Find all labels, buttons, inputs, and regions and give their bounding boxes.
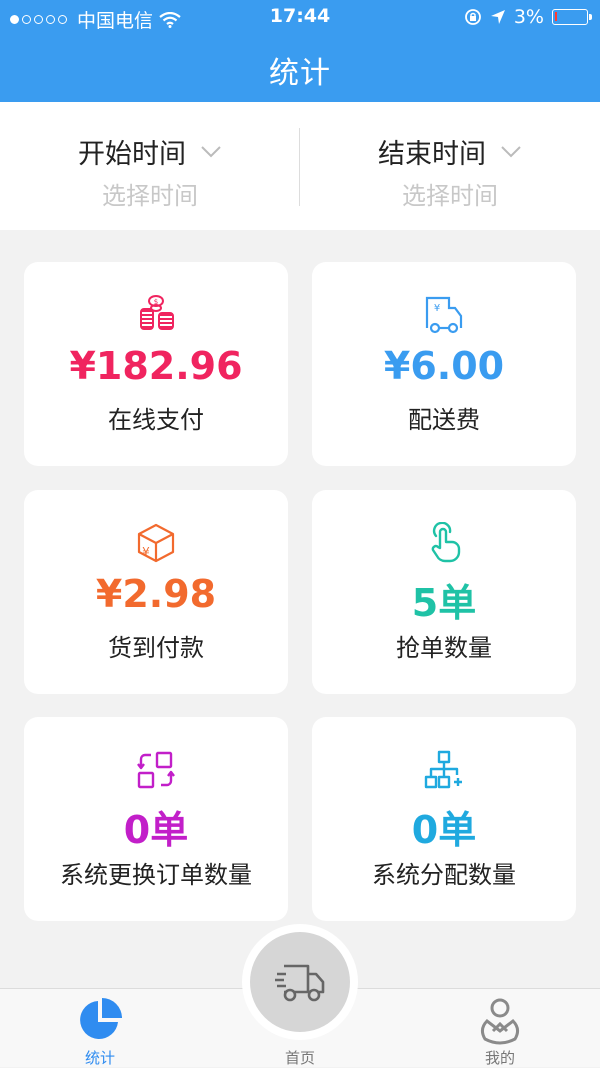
svg-text:¥: ¥ — [434, 303, 440, 314]
stat-card-system-assigned[interactable]: 0单 系统分配数量 — [312, 717, 576, 921]
start-time-picker[interactable]: 开始时间 选择时间 — [0, 102, 300, 230]
hierarchy-icon — [424, 750, 462, 789]
stat-card-online-payment[interactable]: $ ¥182.96 在线支付 — [24, 262, 288, 466]
grab-orders-value: 5单 — [411, 581, 477, 625]
pie-chart-icon — [80, 998, 122, 1039]
tap-hand-icon — [431, 522, 461, 563]
end-time-picker[interactable]: 结束时间 选择时间 — [300, 102, 600, 230]
home-fab-button[interactable] — [250, 932, 350, 1032]
chevron-down-icon — [201, 145, 221, 157]
battery-icon — [552, 9, 592, 25]
end-time-value: 选择时间 — [402, 182, 498, 210]
rotation-lock-icon — [464, 9, 481, 25]
stat-card-grab-orders[interactable]: 5单 抢单数量 — [312, 490, 576, 694]
online-payment-label: 在线支付 — [108, 406, 204, 434]
tab-mine[interactable]: 我的 — [440, 989, 560, 1068]
chevron-down-icon — [501, 145, 521, 157]
delivery-fee-value: ¥6.00 — [383, 344, 505, 388]
page-title: 统计 — [269, 56, 331, 91]
stat-card-cash-on-delivery[interactable]: ¥ ¥2.98 货到付款 — [24, 490, 288, 694]
delivery-truck-icon: ¥ — [425, 296, 463, 334]
start-time-label: 开始时间 — [78, 139, 186, 170]
cash-on-delivery-label: 货到付款 — [108, 634, 204, 662]
online-payment-value: ¥182.96 — [69, 344, 243, 388]
top-bar: 中国电信 17:44 3% 统计 — [0, 0, 600, 102]
system-swap-orders-value: 0单 — [123, 808, 189, 852]
system-assigned-value: 0单 — [411, 808, 477, 852]
cash-on-delivery-value: ¥2.98 — [95, 572, 217, 616]
time-filter-bar: 开始时间 选择时间 结束时间 选择时间 — [0, 102, 600, 230]
stat-card-system-swap-orders[interactable]: 0单 系统更换订单数量 — [24, 717, 288, 921]
system-swap-orders-label: 系统更换订单数量 — [60, 861, 252, 889]
tab-stats-label: 统计 — [84, 1049, 115, 1067]
delivery-truck-icon — [275, 964, 325, 1002]
tab-stats[interactable]: 统计 — [40, 989, 160, 1068]
package-box-icon: ¥ — [137, 523, 175, 563]
swap-order-icon — [137, 751, 175, 789]
status-bar: 中国电信 17:44 3% — [0, 0, 600, 36]
tab-home-label: 首页 — [284, 1049, 315, 1067]
svg-text:$: $ — [154, 298, 158, 306]
location-arrow-icon — [490, 10, 505, 24]
tab-mine-label: 我的 — [484, 1049, 515, 1067]
system-assigned-label: 系统分配数量 — [372, 861, 516, 889]
stat-card-delivery-fee[interactable]: ¥ ¥6.00 配送费 — [312, 262, 576, 466]
coins-icon: $ — [140, 295, 174, 330]
grab-orders-label: 抢单数量 — [396, 634, 492, 662]
start-time-value: 选择时间 — [102, 182, 198, 210]
battery-percent: 3% — [513, 6, 544, 28]
user-profile-icon — [480, 998, 520, 1045]
svg-text:¥: ¥ — [142, 545, 150, 559]
delivery-fee-label: 配送费 — [408, 406, 480, 434]
end-time-label: 结束时间 — [378, 139, 486, 170]
